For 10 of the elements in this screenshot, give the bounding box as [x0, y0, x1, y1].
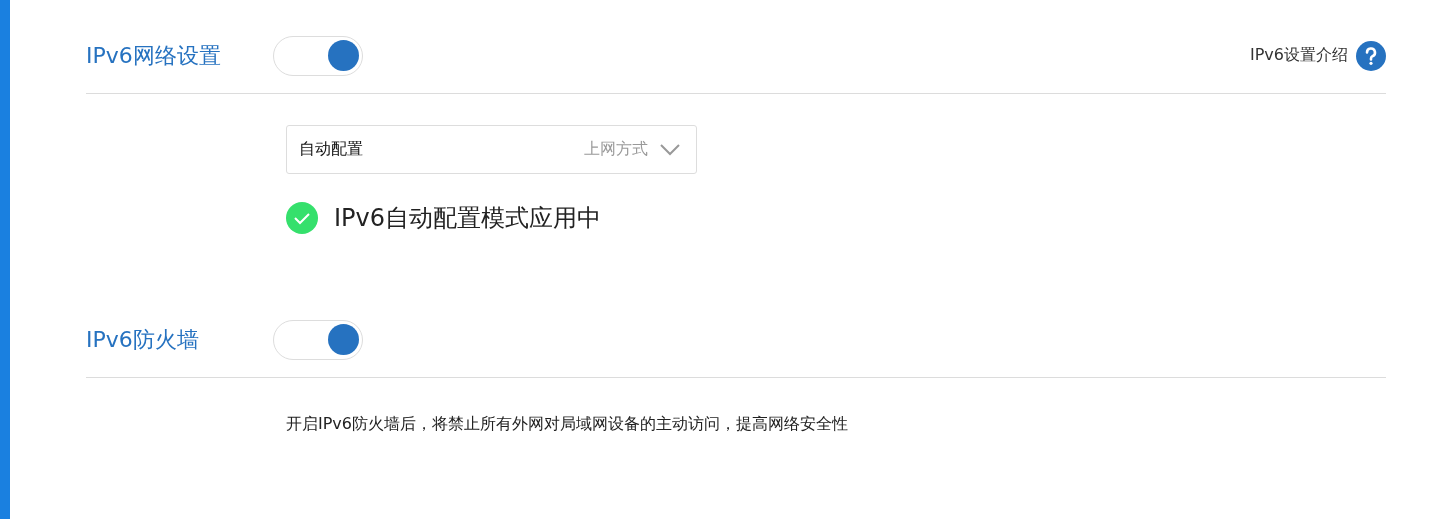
- section-title: IPv6防火墙: [86, 325, 200, 354]
- help-icon[interactable]: [1356, 40, 1386, 71]
- toggle-switch[interactable]: [273, 35, 363, 76]
- chevron-down-icon: [660, 143, 680, 156]
- section-title: IPv6网络设置: [86, 41, 222, 70]
- status-message: IPv6自动配置模式应用中: [334, 203, 602, 234]
- description-text: 开启IPv6防火墙后，将禁止所有外网对局域网设备的主动访问，提高网络安全性: [286, 414, 848, 433]
- connection-type-select[interactable]: 自动配置 上网方式: [286, 125, 697, 174]
- toggle-switch[interactable]: [273, 319, 363, 360]
- help-link[interactable]: IPv6设置介绍: [1250, 45, 1348, 66]
